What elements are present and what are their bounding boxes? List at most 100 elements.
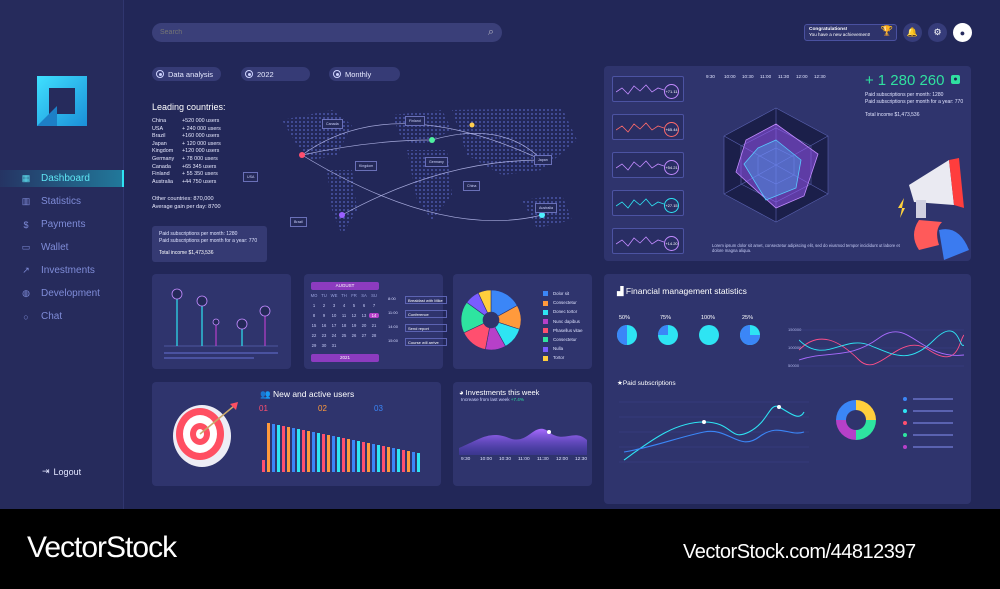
right-summary: Paid subscriptions per month: 1280 Paid … — [865, 92, 963, 119]
users-bar — [282, 426, 285, 472]
map-tag-usa[interactable]: USA — [243, 172, 259, 182]
user-icon: ● — [951, 75, 960, 84]
notification-banner[interactable]: Congratulations! You have a new achievem… — [804, 24, 897, 41]
sidebar-item-investments[interactable]: ↗ Investments — [0, 262, 124, 279]
country-value: +160 000 users — [182, 133, 220, 140]
calendar-day[interactable]: 17 — [329, 323, 339, 328]
calendar-day[interactable] — [339, 343, 349, 348]
right-subs-year: Paid subscriptions per month for a year:… — [865, 99, 964, 105]
sidebar-item-dashboard[interactable]: ▦ Dashboard — [0, 170, 124, 187]
calendar-day[interactable]: 24 — [329, 333, 339, 338]
sidebar-item-wallet[interactable]: ▭ Wallet — [0, 239, 124, 256]
users-bar — [352, 440, 355, 472]
legend-swatch — [543, 337, 548, 343]
calendar-day[interactable]: 31 — [329, 343, 339, 348]
chat-icon: ○ — [23, 311, 29, 322]
filter-year[interactable]: 2022 — [241, 67, 310, 81]
users-bar — [277, 425, 280, 472]
search-icon[interactable]: ⌕ — [488, 26, 494, 39]
search-input[interactable] — [160, 29, 460, 36]
bar-chart-icon: ▥ — [21, 196, 31, 206]
filter-period[interactable]: Monthly — [329, 67, 400, 81]
sparkline — [616, 160, 664, 171]
sidebar-item-chat[interactable]: ○ Chat — [0, 308, 124, 325]
metric-mini-card[interactable]: +14.20 — [612, 228, 684, 254]
calendar-day[interactable]: 26 — [349, 333, 359, 338]
calendar-day: WE — [330, 293, 338, 298]
map-tag-china[interactable]: China — [463, 181, 481, 191]
calendar-day[interactable]: 29 — [309, 343, 319, 348]
legend-swatch — [543, 355, 548, 361]
calendar-day[interactable]: 13 — [359, 313, 369, 318]
sidebar-item-payments[interactable]: $ Payments — [0, 216, 124, 233]
bell-icon[interactable]: 🔔 — [903, 23, 922, 42]
calendar-day[interactable]: 7 — [369, 303, 379, 308]
percent-donut — [617, 325, 637, 345]
calendar-day[interactable]: 19 — [349, 323, 359, 328]
schedule-event: Breakfast with Mike — [405, 296, 447, 304]
calendar-day[interactable] — [369, 343, 379, 348]
avatar[interactable]: ● — [953, 23, 972, 42]
calendar-day[interactable]: 6 — [359, 303, 369, 308]
calendar-day[interactable]: 4 — [339, 303, 349, 308]
calendar-day[interactable]: 14 — [369, 313, 379, 318]
calendar-day[interactable]: 20 — [359, 323, 369, 328]
calendar-day[interactable]: 9 — [319, 313, 329, 318]
calendar-day[interactable]: 1 — [309, 303, 319, 308]
map-tag-kingdom[interactable]: Kingdom — [355, 161, 378, 171]
metric-value: +54.21 — [664, 160, 679, 175]
sidebar-item-label: Dashboard — [41, 173, 90, 184]
calendar-day[interactable]: 15 — [309, 323, 319, 328]
metric-mini-card[interactable]: +27.15 — [612, 190, 684, 216]
total-value: +1 280 260 — [865, 72, 945, 89]
calendar-day[interactable]: 21 — [369, 323, 379, 328]
calendar-day[interactable]: 23 — [319, 333, 329, 338]
calendar-year[interactable]: 2021 — [311, 354, 379, 362]
schedule-time: 8:00 — [388, 296, 396, 301]
map-tag-germany[interactable]: Germany — [425, 157, 448, 167]
calendar-day[interactable] — [349, 343, 359, 348]
users-bar — [362, 442, 365, 472]
map-tag-brazil[interactable]: Brazil — [290, 217, 307, 227]
calendar-day[interactable]: 2 — [319, 303, 329, 308]
metric-mini-card[interactable]: +54.21 — [612, 152, 684, 178]
calendar-day[interactable]: 10 — [329, 313, 339, 318]
map-tag-australia[interactable]: Australia — [535, 203, 557, 213]
watermark-id: VectorStock.com/44812397 — [683, 541, 916, 563]
legend-label: Donec tortor — [553, 309, 578, 315]
calendar-day[interactable] — [359, 343, 369, 348]
metric-mini-card[interactable]: +65.44 — [612, 114, 684, 140]
calendar-day[interactable]: 28 — [369, 333, 379, 338]
calendar-day[interactable]: 3 — [329, 303, 339, 308]
country-row: USA + 240 000 users — [152, 126, 221, 134]
logout-button[interactable]: ⇥ Logout — [42, 466, 81, 477]
filter-data-analysis[interactable]: Data analysis — [152, 67, 221, 81]
total-value-number: 1 280 260 — [877, 72, 945, 89]
brand-logo-icon[interactable] — [37, 76, 87, 126]
sparkline — [616, 236, 664, 247]
search-bar[interactable]: ⌕ — [152, 23, 502, 42]
investment-time: 11:30 — [537, 457, 549, 462]
calendar-day: SU — [371, 293, 377, 298]
calendar-day[interactable]: 8 — [309, 313, 319, 318]
calendar-day[interactable]: 25 — [339, 333, 349, 338]
calendar-month[interactable]: AUGUST — [311, 282, 379, 290]
metric-mini-card[interactable]: +71.11 — [612, 76, 684, 102]
country-name: USA — [152, 125, 164, 132]
calendar-day[interactable]: 11 — [339, 313, 349, 318]
calendar-day[interactable]: 16 — [319, 323, 329, 328]
sidebar-item-development[interactable]: ◍ Development — [0, 285, 124, 302]
calendar-day[interactable]: 5 — [349, 303, 359, 308]
map-tag-canada[interactable]: Canada — [322, 119, 343, 129]
gear-icon[interactable]: ⚙ — [928, 23, 947, 42]
calendar-day[interactable]: 18 — [339, 323, 349, 328]
map-tag-finland[interactable]: Finland — [405, 116, 425, 126]
calendar-day[interactable]: 27 — [359, 333, 369, 338]
users-bar — [342, 438, 345, 472]
sidebar-item-statistics[interactable]: ▥ Statistics — [0, 193, 124, 210]
calendar-day[interactable]: 12 — [349, 313, 359, 318]
subs-month: Paid subscriptions per month: 1280 — [159, 231, 238, 237]
map-tag-japan[interactable]: Japan — [534, 155, 552, 165]
calendar-day[interactable]: 30 — [319, 343, 329, 348]
calendar-day[interactable]: 22 — [309, 333, 319, 338]
